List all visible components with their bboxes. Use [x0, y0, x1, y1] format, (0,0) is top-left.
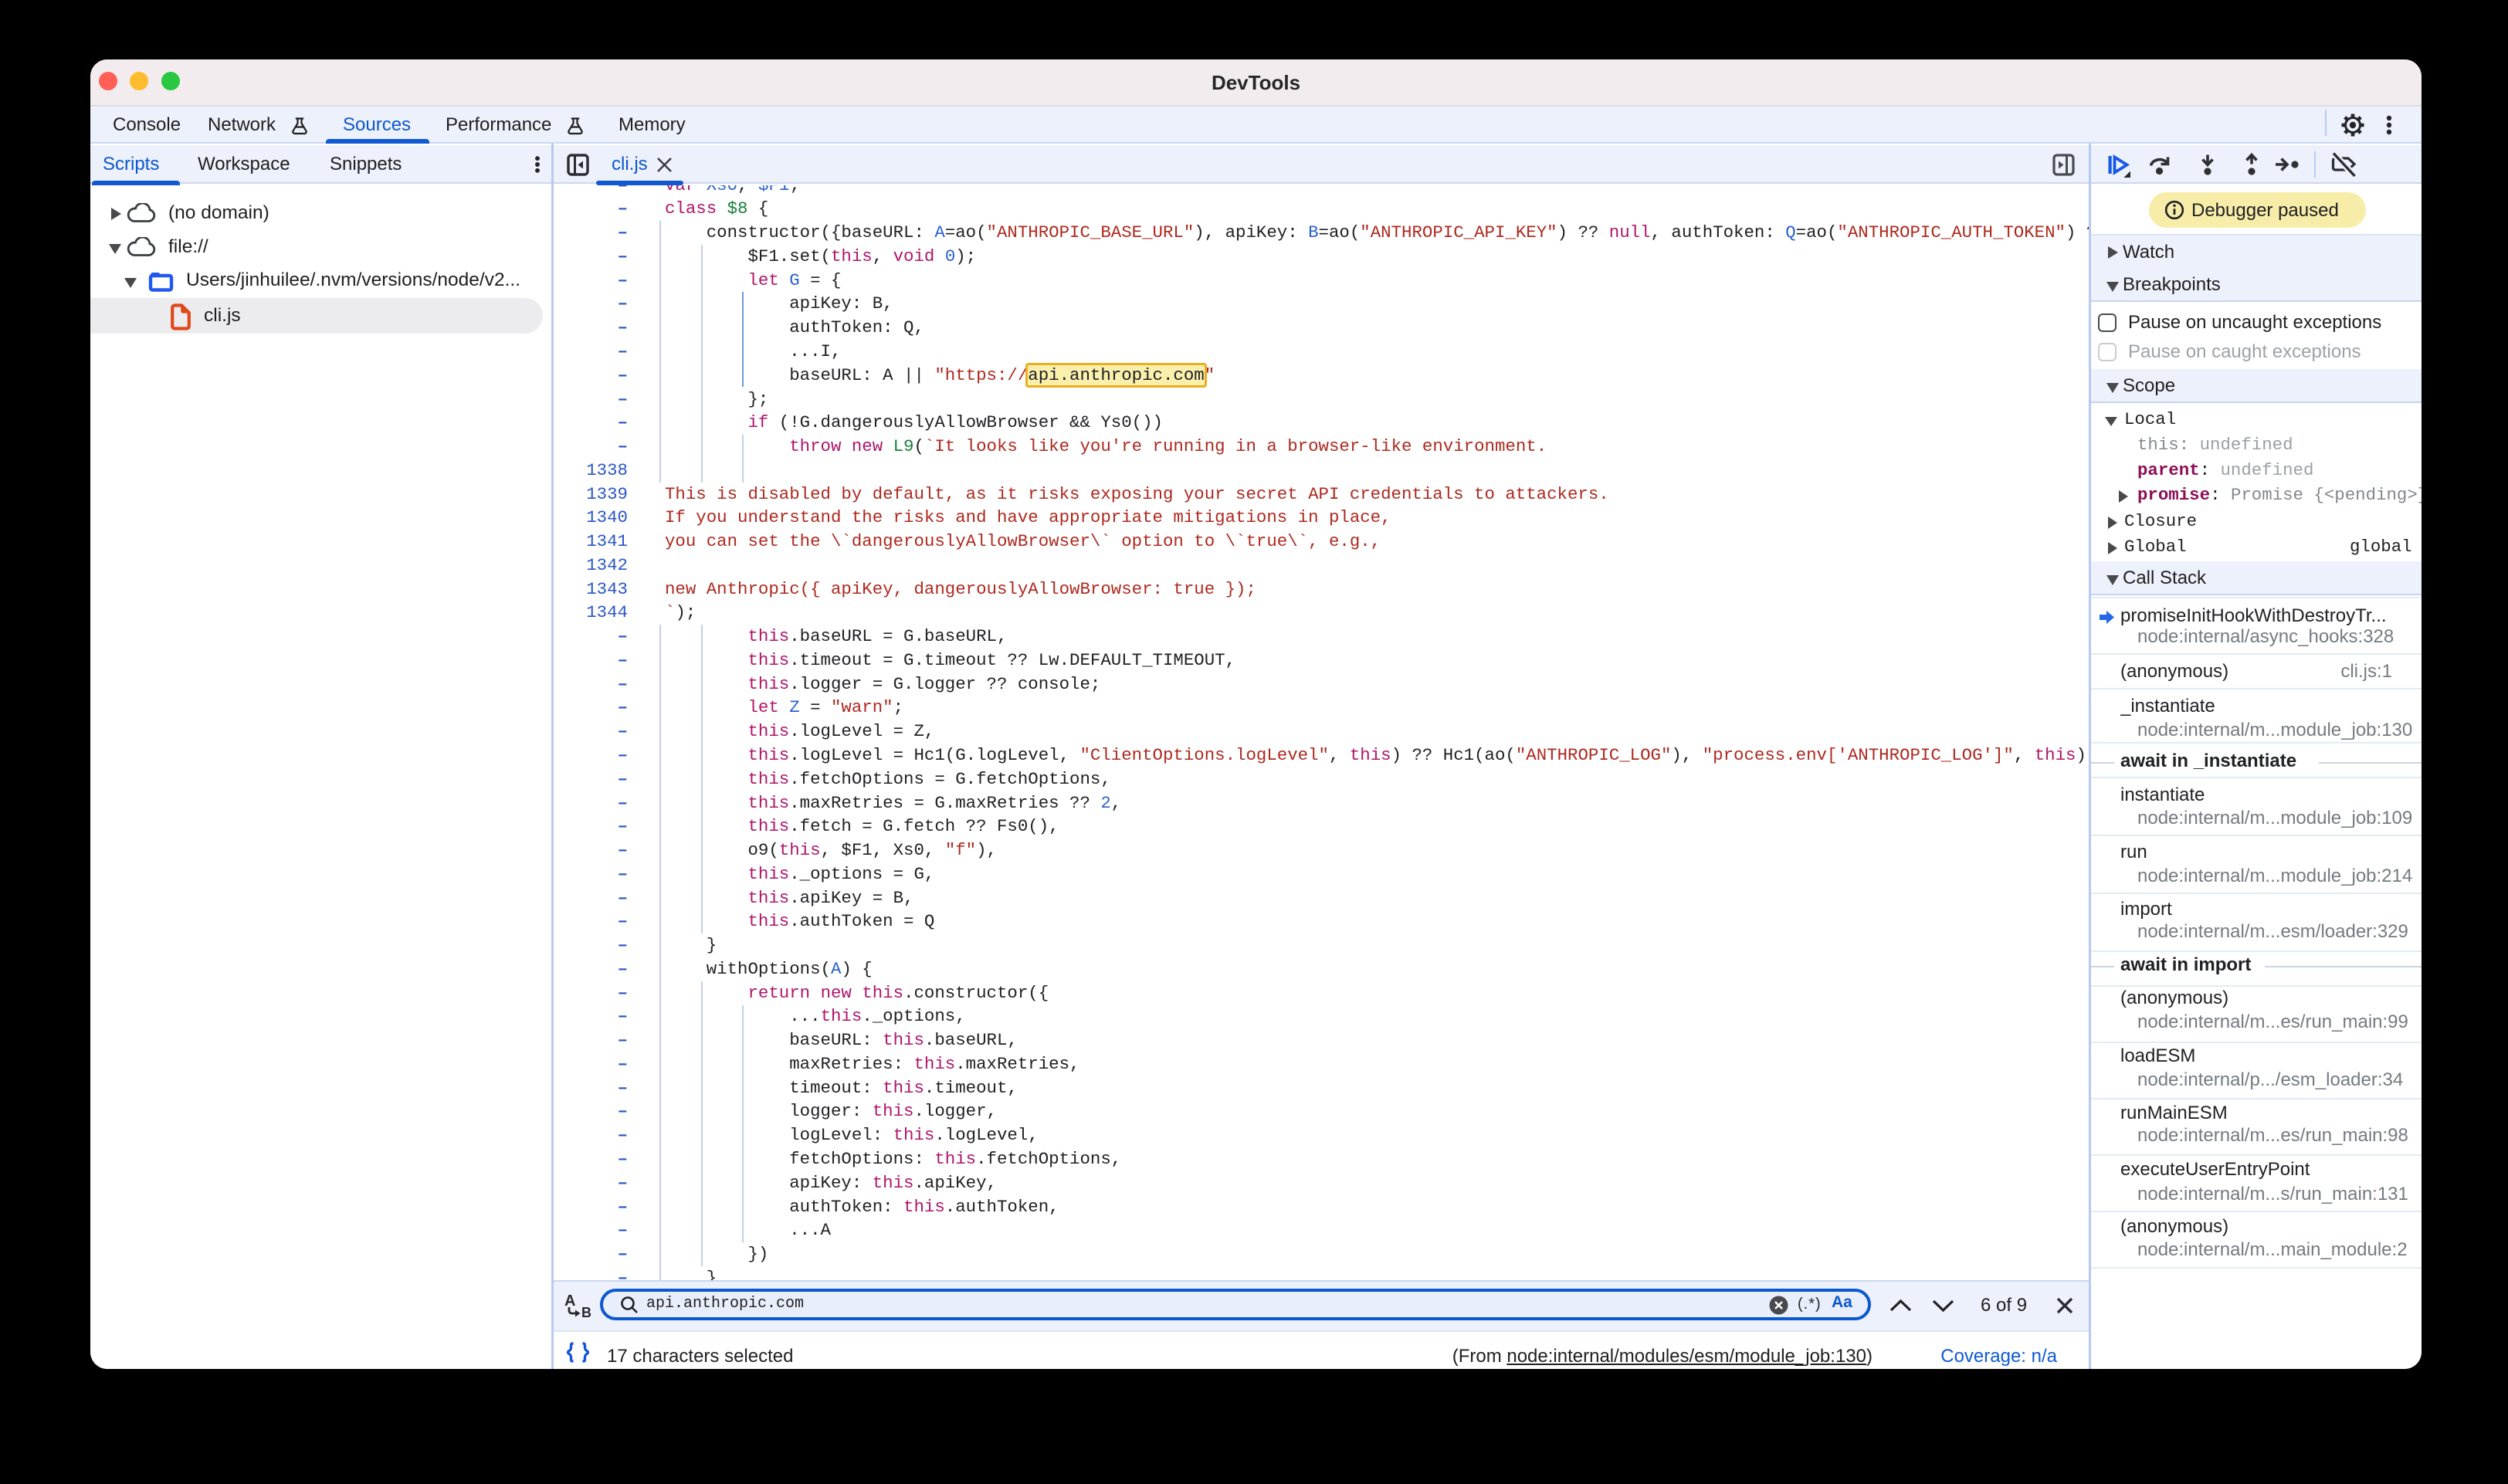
svg-text:A: A — [564, 1293, 575, 1310]
svg-text:B: B — [581, 1305, 591, 1319]
